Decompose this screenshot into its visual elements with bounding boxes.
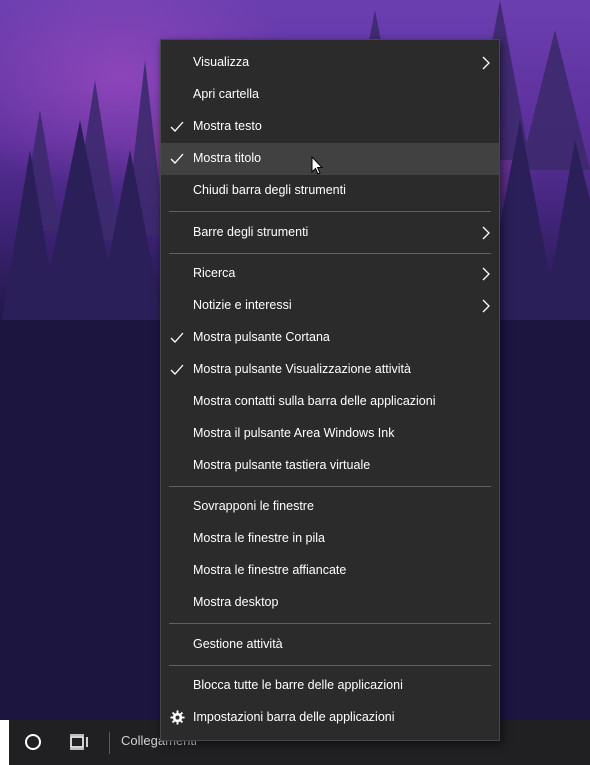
menu-item-finestre-affiancate[interactable]: Mostra le finestre affiancate [161,555,499,587]
menu-item-ricerca[interactable]: Ricerca [161,258,499,290]
menu-separator [169,486,491,487]
mouse-cursor-icon [311,156,323,175]
circle-icon [25,734,41,750]
menu-item-mostra-desktop[interactable]: Mostra desktop [161,587,499,619]
menu-item-windows-ink[interactable]: Mostra il pulsante Area Windows Ink [161,418,499,450]
menu-item-label: Ricerca [193,266,236,280]
menu-item-tastiera-virtuale[interactable]: Mostra pulsante tastiera virtuale [161,450,499,482]
menu-separator [169,253,491,254]
menu-item-gestione-attivita[interactable]: Gestione attività [161,629,499,661]
menu-item-label: Impostazioni barra delle applicazioni [193,710,395,724]
menu-item-label: Mostra pulsante Visualizzazione attività [193,362,411,376]
menu-item-mostra-titolo[interactable]: Mostra titolo [161,143,499,175]
menu-item-label: Mostra le finestre in pila [193,531,326,545]
menu-item-label: Mostra titolo [193,151,262,165]
menu-item-mostra-visualizzazione-attivita[interactable]: Mostra pulsante Visualizzazione attività [161,354,499,386]
menu-item-label: Gestione attività [193,637,283,651]
menu-separator [169,211,491,212]
chevron-right-icon [482,56,490,70]
chevron-right-icon [482,226,490,240]
menu-item-label: Apri cartella [193,87,259,101]
menu-item-label: Barre degli strumenti [193,225,309,239]
menu-item-mostra-pulsante-cortana[interactable]: Mostra pulsante Cortana [161,322,499,354]
menu-item-label: Blocca tutte le barre delle applicazioni [193,678,403,692]
menu-item-visualizza[interactable]: Visualizza [161,47,499,79]
menu-item-label: Chiudi barra degli strumenti [193,183,346,197]
menu-item-label: Mostra il pulsante Area Windows Ink [193,426,395,440]
taskbar-separator [109,732,110,754]
checkmark-icon [170,364,184,375]
menu-item-mostra-testo[interactable]: Mostra testo [161,111,499,143]
task-view-button[interactable] [62,727,96,757]
taskbar-context-menu: Visualizza Apri cartella Mostra testo Mo… [160,39,500,741]
chevron-right-icon [482,267,490,281]
gear-icon [170,710,185,725]
menu-item-mostra-contatti[interactable]: Mostra contatti sulla barra delle applic… [161,386,499,418]
menu-item-finestre-in-pila[interactable]: Mostra le finestre in pila [161,523,499,555]
menu-item-label: Mostra pulsante Cortana [193,330,330,344]
chevron-right-icon [482,299,490,313]
cortana-button[interactable] [18,727,48,757]
menu-item-label: Mostra contatti sulla barra delle applic… [193,394,436,408]
menu-item-barre-strumenti[interactable]: Barre degli strumenti [161,217,499,249]
start-button-edge[interactable] [0,720,9,765]
menu-item-label: Mostra le finestre affiancate [193,563,347,577]
menu-item-sovrapponi-finestre[interactable]: Sovrapponi le finestre [161,491,499,523]
menu-item-label: Sovrapponi le finestre [193,499,314,513]
menu-item-notizie-interessi[interactable]: Notizie e interessi [161,290,499,322]
menu-item-label: Mostra testo [193,119,262,133]
menu-item-apri-cartella[interactable]: Apri cartella [161,79,499,111]
checkmark-icon [170,332,184,343]
checkmark-icon [170,121,184,132]
menu-item-label: Visualizza [193,55,250,69]
checkmark-icon [170,153,184,164]
menu-item-label: Mostra desktop [193,595,279,609]
menu-separator [169,665,491,666]
task-view-icon [70,734,88,750]
menu-item-label: Mostra pulsante tastiera virtuale [193,458,371,472]
menu-item-impostazioni-barra[interactable]: Impostazioni barra delle applicazioni [161,702,499,734]
menu-item-blocca-barre[interactable]: Blocca tutte le barre delle applicazioni [161,670,499,702]
menu-item-chiudi-barra[interactable]: Chiudi barra degli strumenti [161,175,499,207]
menu-separator [169,623,491,624]
menu-item-label: Notizie e interessi [193,298,292,312]
